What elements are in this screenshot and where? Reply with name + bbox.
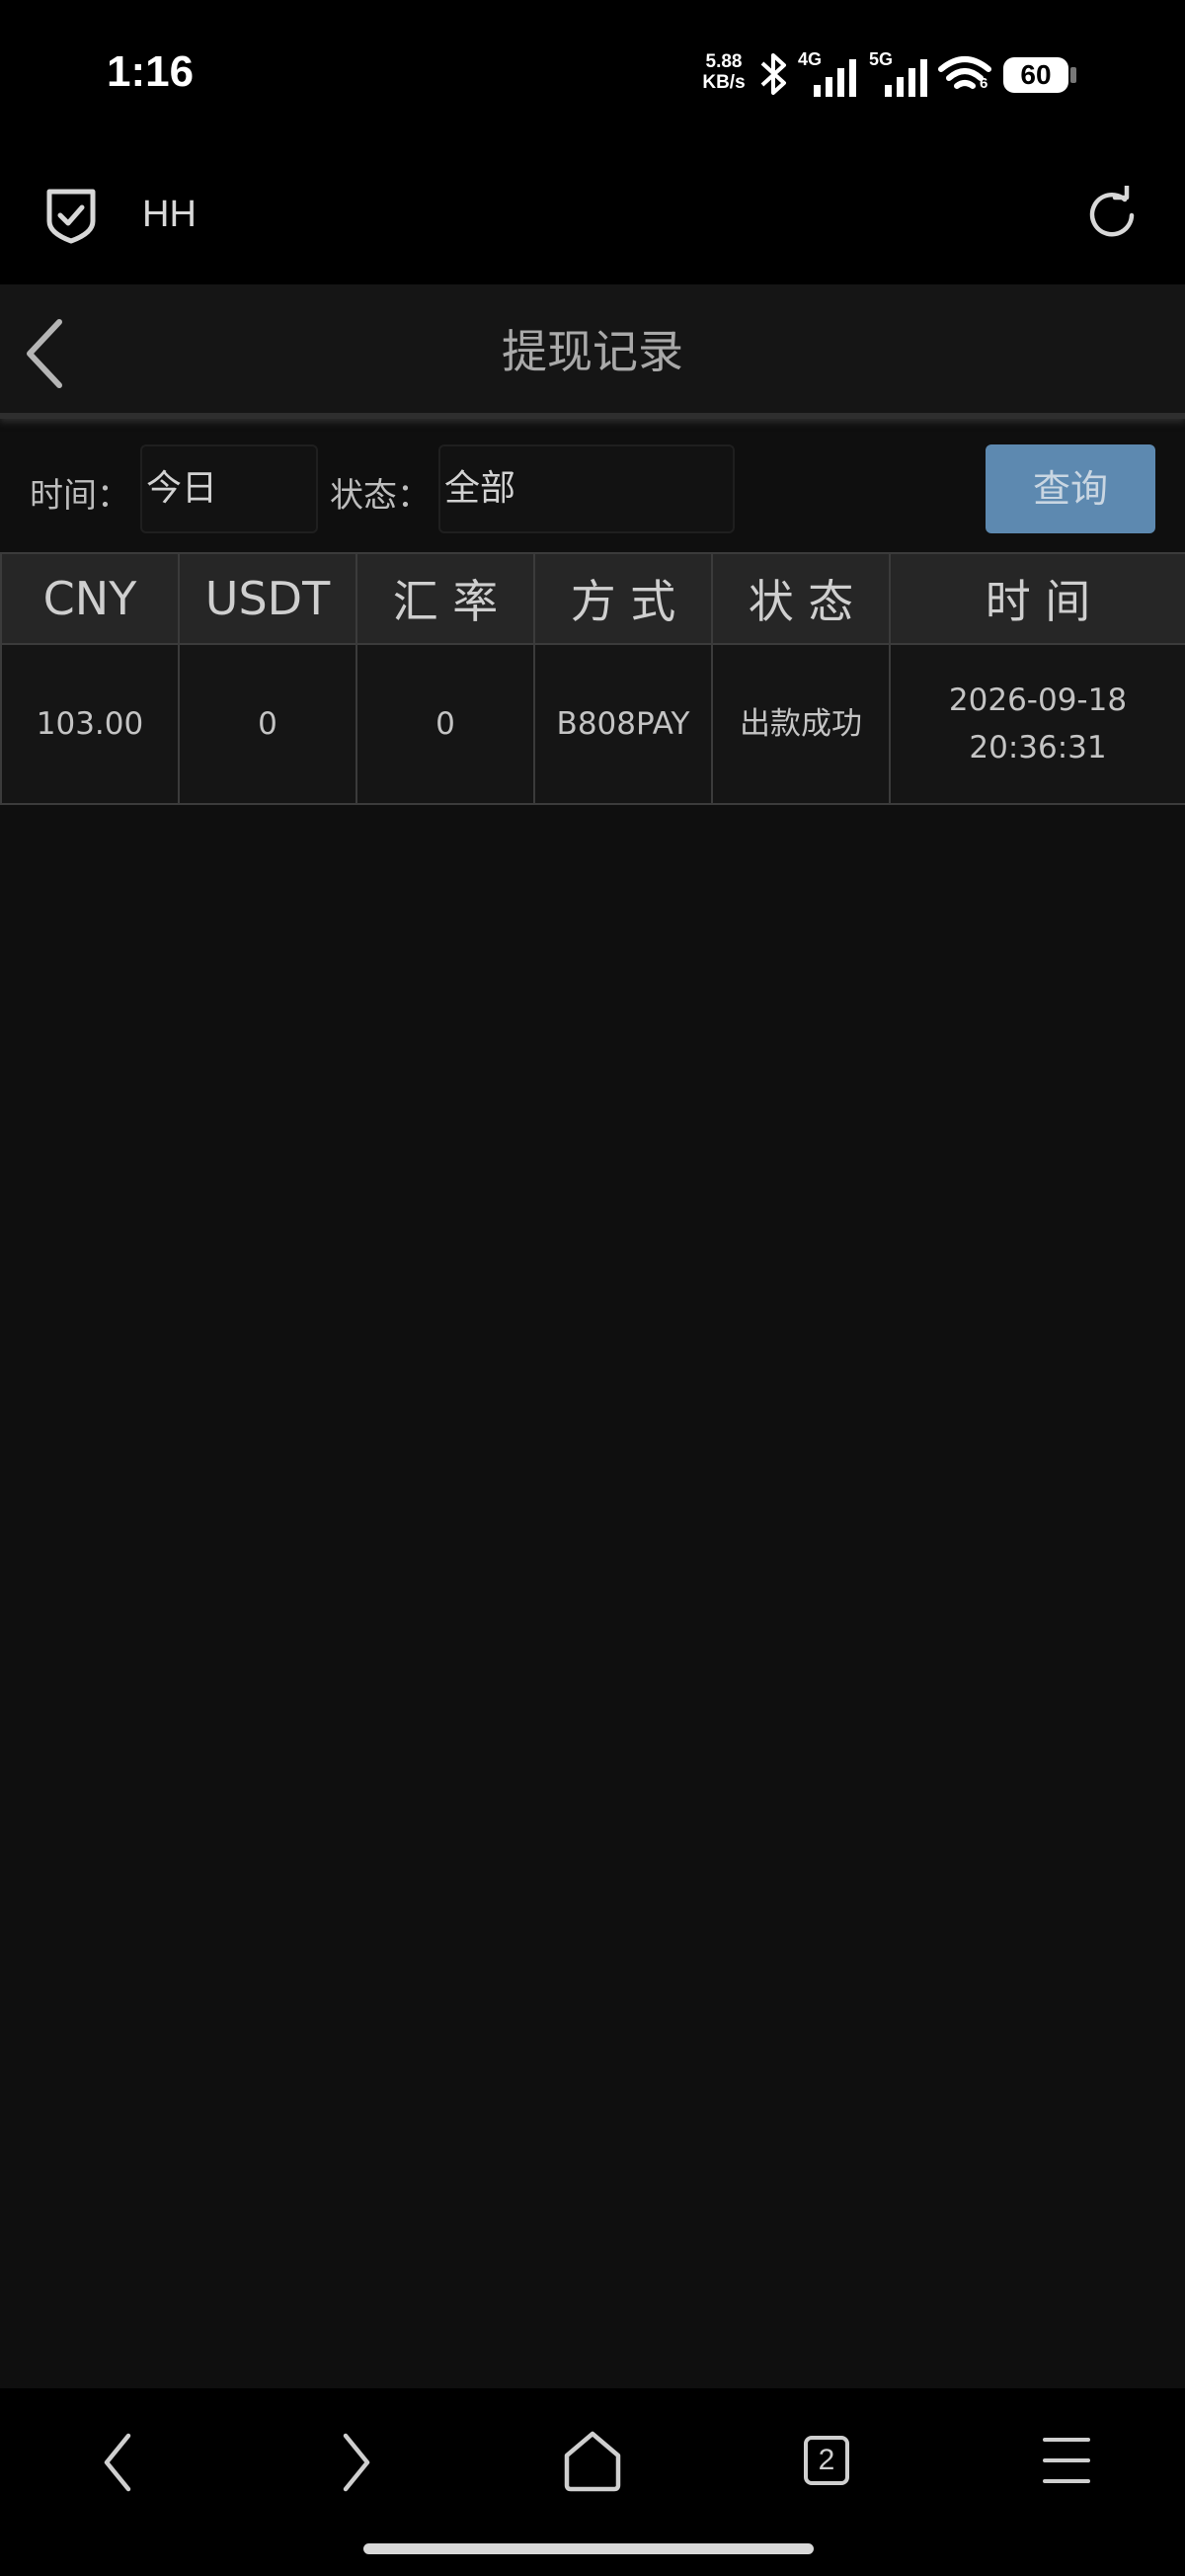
nav-forward-icon[interactable] [336, 2430, 375, 2495]
signal-5g-icon [885, 59, 927, 97]
cell-time-date: 2026-09-18 [948, 683, 1128, 718]
cell-method: B808PAY [533, 643, 713, 805]
battery-indicator: 60 [1003, 57, 1068, 93]
time-filter-select[interactable]: 今日 [140, 444, 318, 533]
network-speed-unit: KB/s [702, 72, 746, 93]
refresh-icon[interactable] [1082, 186, 1142, 245]
network-speed-value: 5.88 [705, 51, 743, 72]
column-header-rate: 汇 率 [356, 552, 535, 645]
battery-cap [1070, 67, 1076, 83]
table-row: 103.00 0 0 B808PAY 出款成功 2026-09-18 20:36… [0, 643, 1185, 805]
nav-home-icon[interactable] [561, 2428, 624, 2493]
status-time: 1:16 [107, 47, 195, 96]
nav-tabs-icon[interactable]: 2 [804, 2436, 849, 2485]
table-header-row: CNY USDT 汇 率 方 式 状 态 时 间 [0, 552, 1185, 645]
cell-status: 出款成功 [711, 643, 891, 805]
nav-menu-icon[interactable] [1041, 2436, 1092, 2485]
page-title: 提现记录 [502, 325, 683, 378]
withdrawal-records-table: CNY USDT 汇 率 方 式 状 态 时 间 103.00 0 0 B808… [0, 552, 1185, 805]
status-filter-label: 状态： [330, 476, 431, 516]
column-header-time: 时 间 [889, 552, 1185, 645]
bluetooth-icon [760, 53, 786, 95]
cell-rate: 0 [356, 643, 535, 805]
cell-time-clock: 20:36:31 [969, 730, 1107, 765]
query-button[interactable]: 查询 [986, 444, 1155, 533]
site-title: HH [142, 194, 197, 235]
cell-usdt: 0 [178, 643, 357, 805]
shield-check-icon[interactable] [43, 186, 99, 245]
cell-cny: 103.00 [0, 643, 180, 805]
home-indicator [363, 2543, 814, 2554]
time-filter-label: 时间： [30, 476, 130, 516]
status-filter-select[interactable]: 全部 [438, 444, 735, 533]
cell-time: 2026-09-18 20:36:31 [889, 643, 1185, 805]
network-speed: 5.88 KB/s [697, 51, 750, 93]
nav-back-icon[interactable] [99, 2430, 138, 2495]
wifi-6-label: 6 [980, 75, 988, 92]
column-header-status: 状 态 [711, 552, 891, 645]
column-header-usdt: USDT [178, 552, 357, 645]
signal-4g-icon [814, 59, 856, 97]
column-header-cny: CNY [0, 552, 180, 645]
column-header-method: 方 式 [533, 552, 713, 645]
